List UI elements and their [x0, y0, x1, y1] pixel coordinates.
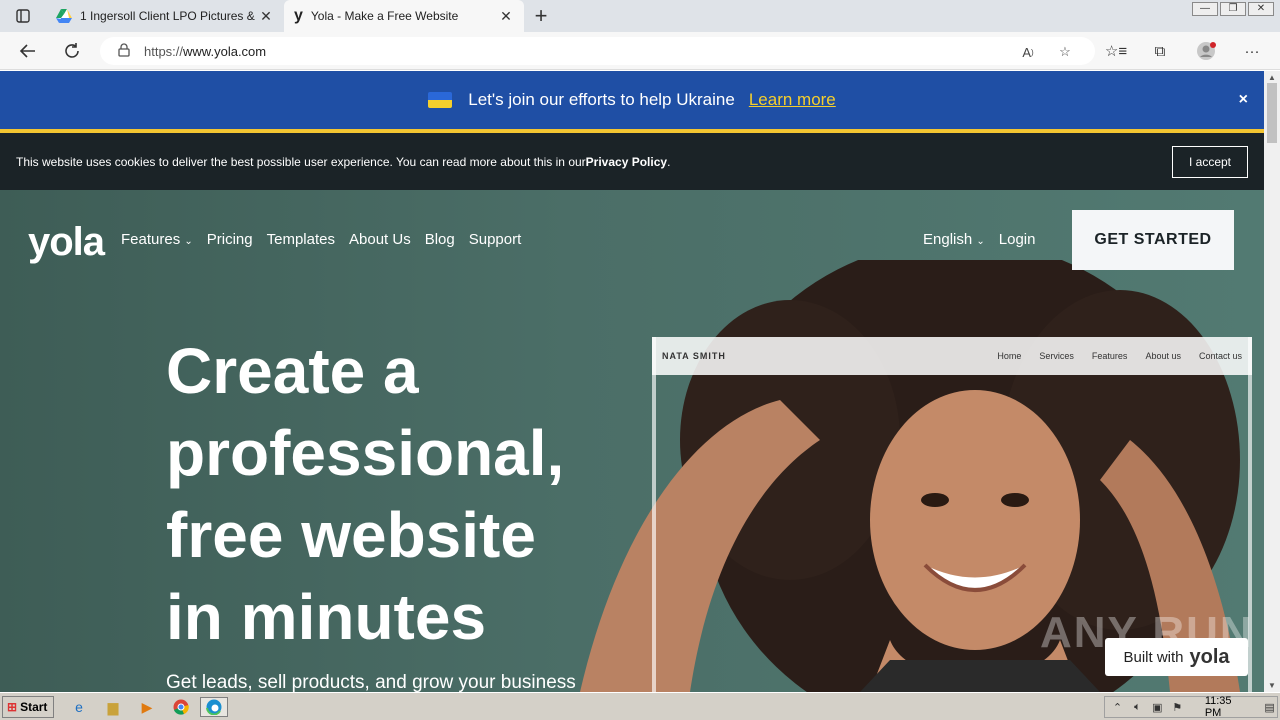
url-field[interactable]: https://www.yola.com A) ☆	[100, 37, 1095, 65]
hero-subline: Get leads, sell products, and grow your …	[166, 672, 576, 692]
mockup-header: NATA SMITH Home Services Features About …	[652, 337, 1252, 375]
close-banner-icon[interactable]: ×	[1239, 91, 1248, 109]
folder-icon[interactable]: ▆	[102, 697, 124, 717]
nav-pricing[interactable]: Pricing	[207, 231, 253, 248]
cookie-text: This website uses cookies to deliver the…	[16, 154, 586, 169]
browser-tab-bar: 1 Ingersoll Client LPO Pictures & ✕ y Yo…	[0, 0, 1280, 32]
window-controls: — ❐ ✕	[1192, 2, 1274, 16]
banner-text: Let's join our efforts to help Ukraine	[468, 90, 735, 109]
volume-icon[interactable]: 🔈︎	[1130, 701, 1145, 714]
start-button[interactable]: ⊞ Start	[2, 696, 54, 718]
nav-support[interactable]: Support	[469, 231, 522, 248]
back-arrow-icon	[19, 44, 35, 58]
clock: 11:35 PM	[1204, 695, 1232, 719]
privacy-policy-link[interactable]: Privacy Policy	[586, 155, 667, 169]
headline-line: in minutes	[166, 581, 487, 653]
flag-icon[interactable]: ⚑	[1170, 701, 1185, 714]
learn-more-link[interactable]: Learn more	[749, 90, 836, 110]
network-icon[interactable]: ▣	[1150, 701, 1165, 714]
hero-headline: Create a professional, free website in m…	[166, 330, 636, 658]
read-aloud-icon[interactable]: A)	[1018, 43, 1038, 61]
nav-templates[interactable]: Templates	[267, 231, 335, 248]
cookie-period: .	[667, 154, 671, 169]
close-tab-icon[interactable]: ✕	[498, 8, 514, 25]
mockup-brand: NATA SMITH	[662, 351, 726, 361]
edge-icon[interactable]	[200, 697, 228, 717]
page-scrollbar[interactable]: ▲ ▼	[1264, 71, 1280, 692]
collections-icon[interactable]: ⧉	[1149, 41, 1171, 61]
yola-icon: y	[294, 7, 303, 24]
restore-button[interactable]: ❐	[1220, 2, 1246, 16]
refresh-icon	[65, 43, 79, 58]
mockup-nav: Home Services Features About us Contact …	[997, 351, 1242, 361]
tab-actions-icon[interactable]	[0, 0, 46, 32]
tab-yola[interactable]: y Yola - Make a Free Website ✕	[284, 0, 524, 32]
mockup-nav-item: About us	[1145, 351, 1181, 361]
url-host: www.yola.com	[183, 43, 267, 59]
mockup-nav-item: Home	[997, 351, 1022, 361]
mockup-nav-item: Features	[1091, 351, 1128, 361]
chevron-down-icon: ⌄	[976, 236, 985, 247]
mockup-nav-item: Contact us	[1198, 351, 1242, 361]
built-with-yola-badge[interactable]: Built with yola	[1105, 638, 1248, 676]
system-tray: ⌃ 🔈︎ ▣ ⚑ 11:35 PM ▤	[1104, 695, 1278, 719]
nav-about-us[interactable]: About Us	[349, 231, 411, 248]
profile-avatar-icon[interactable]	[1195, 41, 1217, 61]
yola-logo[interactable]: yola	[28, 220, 105, 265]
google-drive-icon	[56, 9, 72, 23]
minimize-button[interactable]: —	[1192, 2, 1218, 16]
nav-features[interactable]: Features ⌄	[121, 231, 193, 248]
cookie-notice: This website uses cookies to deliver the…	[0, 133, 1264, 190]
tray-arrow-icon[interactable]: ⌃	[1110, 701, 1125, 714]
close-tab-icon[interactable]: ✕	[258, 8, 274, 25]
notification-icon[interactable]: ▤	[1262, 701, 1277, 714]
right-nav: English ⌄ Login	[923, 231, 1035, 248]
back-button[interactable]	[17, 40, 39, 62]
headline-line: Create a	[166, 335, 419, 407]
more-menu-icon[interactable]: ···	[1241, 41, 1263, 61]
hero-section: NATA SMITH Home Services Features About …	[0, 190, 1264, 692]
main-nav: Features ⌄ Pricing Templates About Us Bl…	[121, 231, 521, 248]
headline-line: professional,	[166, 417, 565, 489]
accept-cookies-button[interactable]: I accept	[1172, 146, 1248, 178]
tab-title: Yola - Make a Free Website	[310, 9, 459, 23]
badge-yola-logo: yola	[1189, 645, 1230, 668]
mockup-nav-item: Services	[1039, 351, 1074, 361]
url-scheme: https://	[144, 43, 184, 59]
ukraine-flag-icon	[428, 92, 453, 108]
language-selector[interactable]: English ⌄	[923, 231, 985, 248]
scroll-down-icon[interactable]: ▼	[1268, 681, 1276, 690]
badge-text: Built with	[1123, 648, 1184, 666]
internet-explorer-icon[interactable]: e	[68, 697, 90, 717]
scroll-up-icon[interactable]: ▲	[1268, 73, 1276, 82]
ukraine-banner: Let's join our efforts to help Ukraine L…	[0, 71, 1264, 133]
headline-line: free website	[166, 499, 536, 571]
get-started-button[interactable]: GET STARTED	[1072, 210, 1234, 270]
start-label: Start	[20, 700, 48, 714]
favorites-icon[interactable]: ☆≡	[1105, 41, 1127, 61]
refresh-button[interactable]	[61, 40, 83, 62]
page-viewport: Let's join our efforts to help Ukraine L…	[0, 71, 1264, 692]
address-toolbar: https://www.yola.com A) ☆ ☆≡ ⧉ ···	[0, 32, 1280, 70]
windows-taskbar: ⊞ Start e ▆ ▶ ⌃ 🔈︎ ▣ ⚑ 11:35 PM ▤	[0, 692, 1280, 720]
scrollbar-thumb[interactable]	[1267, 83, 1277, 143]
chrome-icon[interactable]	[170, 697, 192, 717]
add-favorite-icon[interactable]: ☆	[1055, 43, 1075, 61]
nav-blog[interactable]: Blog	[425, 231, 455, 248]
login-link[interactable]: Login	[999, 231, 1036, 248]
tab-ingersoll[interactable]: 1 Ingersoll Client LPO Pictures & ✕	[46, 0, 284, 32]
new-tab-button[interactable]: +	[524, 0, 558, 32]
windows-logo-icon: ⊞	[7, 700, 18, 714]
media-player-icon[interactable]: ▶	[136, 697, 158, 717]
chevron-down-icon: ⌄	[184, 236, 193, 247]
close-window-button[interactable]: ✕	[1248, 2, 1274, 16]
lock-icon	[118, 42, 130, 60]
tab-title: 1 Ingersoll Client LPO Pictures &	[80, 9, 255, 23]
